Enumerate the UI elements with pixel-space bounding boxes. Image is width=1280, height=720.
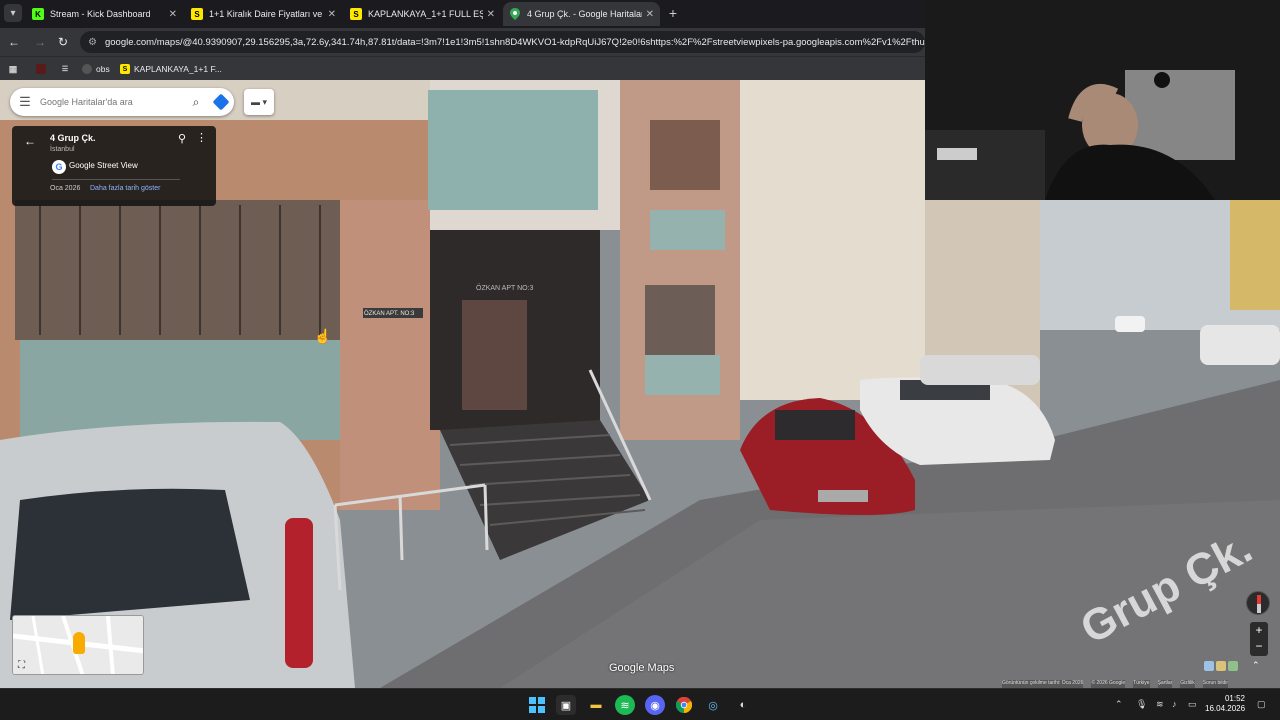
back-arrow-icon[interactable]: ← (24, 134, 36, 148)
bookmark-label: obs (96, 64, 110, 74)
tab-close-icon[interactable]: ✕ (646, 9, 654, 20)
microphone-icon[interactable]: 🎙 (1136, 699, 1147, 710)
bookmark-kaplankaya[interactable]: S KAPLANKAYA_1+1 F... (120, 61, 222, 77)
place-city: İstanbul (50, 146, 75, 153)
attrib-report[interactable]: Sorun bildir (1202, 680, 1229, 688)
wifi-icon[interactable]: ≋ (1156, 699, 1164, 710)
clock-date: 16.04.2026 (1205, 704, 1246, 713)
more-dates-link[interactable]: Daha fazla tarih göster (90, 185, 160, 192)
street-view-info-card: ← 4 Grup Çk. İstanbul ⚲ ⋮ G Google Stree… (12, 126, 216, 206)
tab-title: KAPLANKAYA_1+1 FULL EŞYALI (368, 9, 483, 19)
zoom-in-button[interactable]: + (1250, 622, 1268, 638)
location-pin-icon[interactable]: ⚲ (178, 132, 186, 145)
sahibinden-icon: S (191, 8, 203, 20)
kick-icon: K (32, 8, 44, 20)
chrome-icon[interactable] (674, 695, 694, 715)
google-icon: G (52, 160, 66, 174)
battery-icon[interactable]: ▭ (1188, 699, 1197, 710)
globe-icon (82, 64, 92, 74)
search-input[interactable] (40, 97, 184, 107)
apps-icon[interactable]: ▦ (8, 61, 22, 77)
windows-start-icon[interactable] (527, 695, 547, 715)
site-info-icon[interactable]: ⚙ (88, 37, 97, 48)
clock-time: 01:52 (1224, 694, 1245, 703)
attrib-country[interactable]: Türkiye (1133, 680, 1150, 688)
attrib-copyright: © 2026 Google (1091, 680, 1126, 688)
tray-overflow-icon[interactable]: ⌃ (1115, 699, 1123, 710)
tab-title: 1+1 Kiralık Daire Fiyatları ve Kir (209, 9, 324, 19)
steam-icon[interactable]: ◎ (703, 695, 723, 715)
new-tab-icon[interactable]: + (665, 5, 681, 21)
tab-title: 4 Grup Çk. - Google Haritalar (527, 9, 642, 19)
webcam-image (925, 0, 1280, 200)
store-icon[interactable]: ▣ (556, 695, 576, 715)
maps-search-box: ☰ ⌕ (10, 88, 234, 116)
attrib-capture-date: Görüntünün çekilme tarihi: Oca 2026 (1002, 680, 1084, 688)
attrib-privacy[interactable]: Gizlilik (1180, 680, 1195, 688)
notifications-icon[interactable]: ▢ (1257, 699, 1266, 710)
search-icon[interactable]: ⌕ (184, 95, 208, 110)
tab-title: Stream - Kick Dashboard (50, 9, 151, 19)
mini-map[interactable]: ⛶ (12, 615, 144, 675)
bookmarks-bar: ▦ ☰ obs S KAPLANKAYA_1+1 F... (0, 56, 925, 80)
tab-google-maps[interactable]: 4 Grup Çk. - Google Haritalar ✕ (503, 2, 660, 26)
divider (52, 179, 180, 180)
tab-close-icon[interactable]: ✕ (487, 9, 495, 20)
more-options-icon[interactable]: ⋮ (196, 131, 207, 144)
tab-kiralik-daire[interactable]: S 1+1 Kiralık Daire Fiyatları ve Kir ✕ (185, 2, 342, 26)
browser-window: ▾ K Stream - Kick Dashboard ✕ S 1+1 Kira… (0, 0, 925, 80)
reading-list-icon[interactable]: ☰ (60, 61, 74, 77)
menu-icon[interactable]: ☰ (10, 94, 40, 110)
place-title: 4 Grup Çk. (50, 133, 96, 143)
browser-toolbar: ← → ↻ ⚙ google.com/maps/@40.9390907,29.1… (0, 28, 925, 56)
spotify-icon[interactable]: ≋ (615, 695, 635, 715)
street-view-label: Google Street View (69, 161, 138, 170)
volume-icon[interactable]: ♪ (1172, 699, 1177, 709)
tab-close-icon[interactable]: ✕ (169, 9, 177, 20)
entrance-sign: ÖZKAN APT NO:3 (476, 284, 534, 292)
obs-icon[interactable]: ◐ (733, 695, 753, 715)
zoom-control: + − (1250, 622, 1268, 656)
sahibinden-icon: S (120, 64, 130, 74)
attribution-bar: Görüntünün çekilme tarihi: Oca 2026 © 20… (1002, 680, 1229, 688)
url-text[interactable]: google.com/maps/@40.9390907,29.156295,3a… (105, 37, 925, 48)
pegman-icon[interactable] (73, 632, 85, 654)
bookmark-obs[interactable]: obs (82, 61, 110, 77)
capture-date: Oca 2026 (50, 185, 81, 192)
discord-icon[interactable]: ◉ (645, 695, 665, 715)
attrib-terms[interactable]: Şartlar (1157, 680, 1173, 688)
back-icon[interactable]: ← (6, 34, 22, 50)
tab-kick-dashboard[interactable]: K Stream - Kick Dashboard ✕ (26, 2, 183, 26)
windows-taskbar: ▣ ▬ ≋ ◉ ◎ ◐ ⌃ 🎙 ≋ ♪ ▭ 01:52 16.04.2026 ▢ (0, 688, 1280, 720)
bookmark-red-icon[interactable] (36, 61, 50, 77)
building-sign: ÖZKAN APT. NO:3 (364, 310, 415, 317)
tab-search-icon[interactable]: ▾ (4, 4, 22, 22)
webcam-overlay (925, 0, 1280, 200)
system-clock[interactable]: 01:52 16.04.2026 (1205, 694, 1245, 714)
imagery-thumbnails[interactable] (1204, 661, 1244, 673)
google-maps-logo: Google Maps (609, 662, 675, 674)
expand-icon[interactable]: ⛶ (18, 660, 25, 671)
collapse-icon[interactable]: ⌃ (1252, 660, 1260, 671)
tab-strip: ▾ K Stream - Kick Dashboard ✕ S 1+1 Kira… (0, 0, 925, 28)
forward-icon[interactable]: → (32, 34, 48, 50)
bookmark-label: KAPLANKAYA_1+1 F... (134, 64, 222, 74)
tab-close-icon[interactable]: ✕ (328, 9, 336, 20)
zoom-out-button[interactable]: − (1250, 638, 1268, 654)
google-maps-icon (509, 8, 521, 20)
directions-icon[interactable] (208, 93, 234, 111)
layers-button[interactable]: ▬ ▾ (244, 89, 274, 115)
file-explorer-icon[interactable]: ▬ (586, 695, 606, 715)
sahibinden-icon: S (350, 8, 362, 20)
reload-icon[interactable]: ↻ (55, 34, 71, 50)
compass-icon[interactable] (1246, 591, 1270, 615)
tab-kaplankaya[interactable]: S KAPLANKAYA_1+1 FULL EŞYALI ✕ (344, 2, 501, 26)
address-bar[interactable]: ⚙ google.com/maps/@40.9390907,29.156295,… (80, 31, 925, 53)
